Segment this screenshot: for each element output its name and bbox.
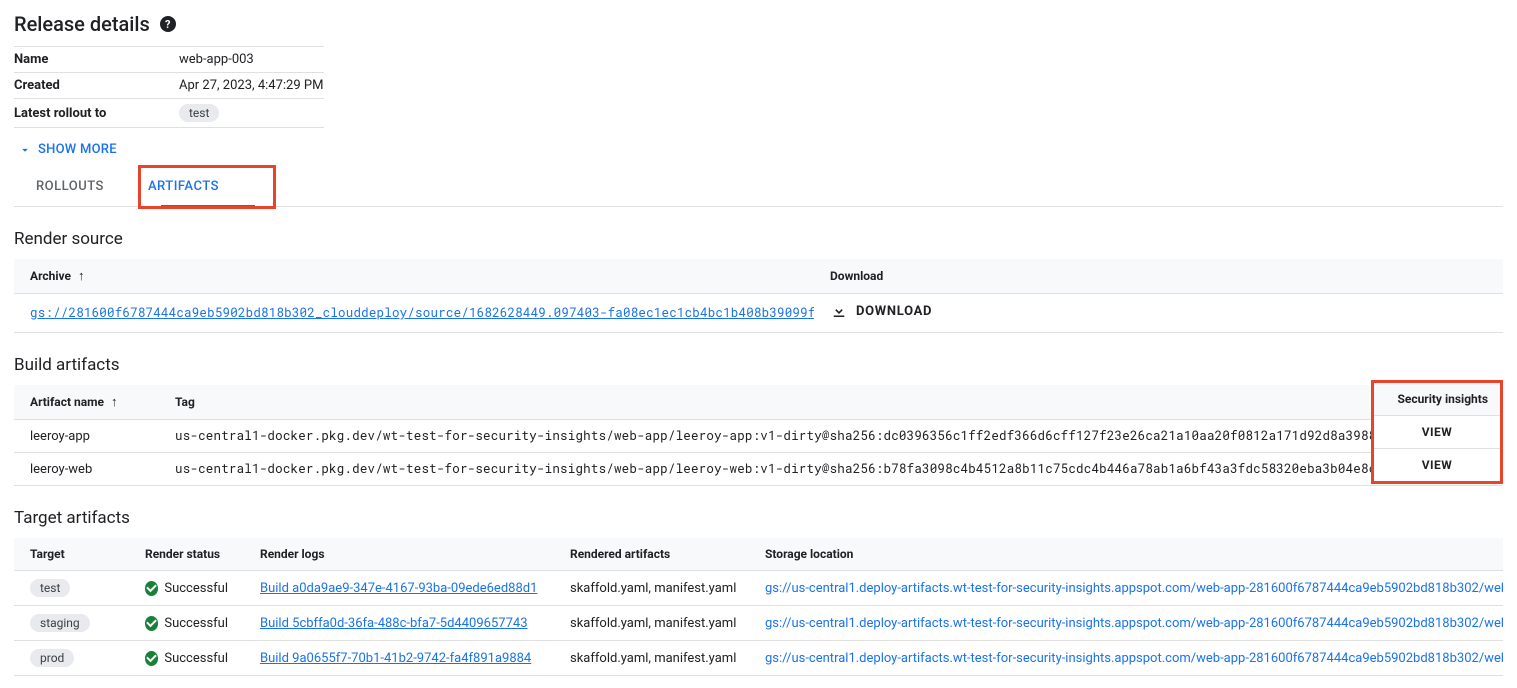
table-row: prod Successful Build 9a0655f7-70b1-41b2-9… bbox=[14, 641, 1503, 676]
table-row: test Successful Build a0da9ae9-347e-4167-9… bbox=[14, 571, 1503, 606]
status-text: Successful bbox=[164, 651, 228, 666]
table-row: gs://281600f6787444ca9eb5902bd818b302_cl… bbox=[14, 294, 1503, 333]
tab-artifacts[interactable]: ARTIFACTS bbox=[126, 167, 241, 206]
tabs: ROLLOUTS ARTIFACTS bbox=[14, 167, 1503, 207]
col-target: Target bbox=[14, 538, 129, 571]
build-log-link[interactable]: Build 9a0655f7-70b1-41b2-9742-fa4f891a98… bbox=[260, 651, 531, 666]
build-artifacts-table: Artifact name ↑ Tag leeroy-appus-central… bbox=[14, 385, 1503, 486]
build-log-link[interactable]: Build 5cbffa0d-36fa-488c-bfa7-5d44096577… bbox=[260, 616, 528, 631]
page-title-text: Release details bbox=[14, 12, 150, 36]
col-render-logs: Render logs bbox=[244, 538, 554, 571]
success-icon bbox=[145, 581, 158, 596]
detail-key: Created bbox=[14, 73, 179, 99]
col-storage-location: Storage location bbox=[749, 538, 1503, 571]
col-artifact-name[interactable]: Artifact name ↑ bbox=[14, 385, 159, 420]
render-source-heading: Render source bbox=[14, 229, 1503, 249]
artifact-name: leeroy-web bbox=[14, 453, 159, 486]
build-log-link[interactable]: Build a0da9ae9-347e-4167-93ba-09ede6ed88… bbox=[260, 581, 537, 596]
status-text: Successful bbox=[164, 616, 228, 631]
release-details-table: Nameweb-app-003CreatedApr 27, 2023, 4:47… bbox=[14, 46, 324, 128]
col-render-status: Render status bbox=[129, 538, 244, 571]
view-button[interactable]: VIEW bbox=[1374, 416, 1500, 449]
chevron-down-icon bbox=[18, 143, 32, 157]
rendered-artifacts: skaffold.yaml, manifest.yaml bbox=[554, 641, 749, 676]
table-row: staging Successful Build 5cbffa0d-36fa-488… bbox=[14, 606, 1503, 641]
col-archive[interactable]: Archive ↑ bbox=[14, 259, 814, 294]
download-label: DOWNLOAD bbox=[856, 304, 932, 319]
show-more-button[interactable]: SHOW MORE bbox=[14, 134, 121, 167]
archive-link[interactable]: gs://281600f6787444ca9eb5902bd818b302_cl… bbox=[30, 305, 814, 321]
artifact-name: leeroy-app bbox=[14, 420, 159, 453]
col-tag: Tag bbox=[159, 385, 1503, 420]
help-icon[interactable]: ? bbox=[160, 16, 176, 32]
detail-value: test bbox=[179, 99, 324, 128]
target-badge[interactable]: prod bbox=[30, 649, 74, 667]
view-button[interactable]: VIEW bbox=[1374, 449, 1500, 481]
table-row: leeroy-webus-central1-docker.pkg.dev/wt-… bbox=[14, 453, 1503, 486]
target-artifacts-table: Target Render status Render logs Rendere… bbox=[14, 538, 1503, 676]
storage-link[interactable]: gs://us-central1.deploy-artifacts.wt-tes… bbox=[765, 616, 1503, 631]
success-icon bbox=[145, 651, 158, 666]
storage-link[interactable]: gs://us-central1.deploy-artifacts.wt-tes… bbox=[765, 651, 1503, 666]
detail-key: Name bbox=[14, 47, 179, 73]
col-security-insights: Security insights bbox=[1374, 383, 1500, 416]
target-badge[interactable]: staging bbox=[30, 614, 90, 632]
show-more-label: SHOW MORE bbox=[38, 142, 117, 157]
env-badge: test bbox=[179, 104, 219, 122]
storage-link[interactable]: gs://us-central1.deploy-artifacts.wt-tes… bbox=[765, 581, 1503, 596]
sort-arrow-up-icon: ↑ bbox=[78, 269, 85, 284]
build-artifacts-heading: Build artifacts bbox=[14, 355, 1503, 375]
artifact-tag: us-central1-docker.pkg.dev/wt-test-for-s… bbox=[159, 453, 1503, 486]
rendered-artifacts: skaffold.yaml, manifest.yaml bbox=[554, 571, 749, 606]
rendered-artifacts: skaffold.yaml, manifest.yaml bbox=[554, 606, 749, 641]
render-source-table: Archive ↑ Download gs://281600f6787444ca… bbox=[14, 259, 1503, 333]
target-badge[interactable]: test bbox=[30, 579, 70, 597]
detail-value: web-app-003 bbox=[179, 47, 324, 73]
tab-rollouts[interactable]: ROLLOUTS bbox=[14, 167, 126, 206]
target-artifacts-heading: Target artifacts bbox=[14, 508, 1503, 528]
page-title: Release details ? bbox=[14, 12, 1503, 36]
success-icon bbox=[145, 616, 158, 631]
detail-key: Latest rollout to bbox=[14, 99, 179, 128]
table-row: leeroy-appus-central1-docker.pkg.dev/wt-… bbox=[14, 420, 1503, 453]
download-icon bbox=[830, 302, 848, 320]
col-download: Download bbox=[814, 259, 1503, 294]
status-text: Successful bbox=[164, 581, 228, 596]
detail-value: Apr 27, 2023, 4:47:29 PM bbox=[179, 73, 324, 99]
annotation-highlight-security-insights: Security insights VIEW VIEW bbox=[1371, 380, 1503, 484]
sort-arrow-up-icon: ↑ bbox=[111, 395, 118, 410]
download-button[interactable]: DOWNLOAD bbox=[830, 302, 932, 320]
artifact-tag: us-central1-docker.pkg.dev/wt-test-for-s… bbox=[159, 420, 1503, 453]
col-rendered-artifacts: Rendered artifacts bbox=[554, 538, 749, 571]
tab-active-underline bbox=[161, 205, 255, 207]
